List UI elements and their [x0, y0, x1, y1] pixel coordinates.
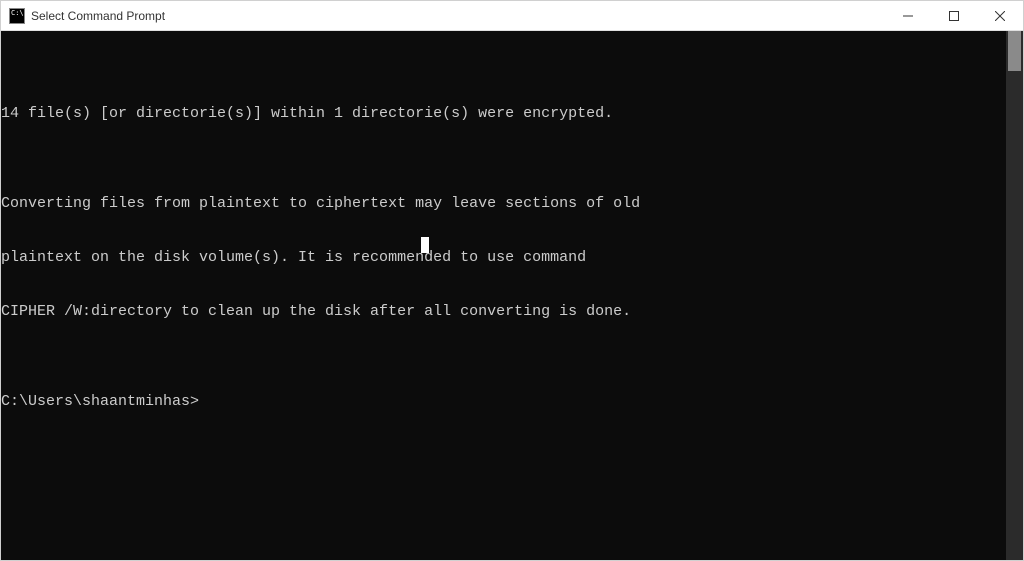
terminal-line: 14 file(s) [or directorie(s)] within 1 d…: [1, 105, 1006, 123]
window-title: Select Command Prompt: [31, 9, 165, 23]
maximize-icon: [949, 11, 959, 21]
minimize-button[interactable]: [885, 1, 931, 30]
close-button[interactable]: [977, 1, 1023, 30]
content-area: 14 file(s) [or directorie(s)] within 1 d…: [1, 31, 1023, 560]
terminal-line: CIPHER /W:directory to clean up the disk…: [1, 303, 1006, 321]
cmd-app-icon-text: C:\: [11, 10, 24, 17]
vertical-scrollbar[interactable]: [1006, 31, 1023, 560]
terminal-output[interactable]: 14 file(s) [or directorie(s)] within 1 d…: [1, 31, 1006, 560]
minimize-icon: [903, 11, 913, 21]
terminal-prompt: C:\Users\shaantminhas>: [1, 393, 1006, 411]
selection-cursor: [421, 237, 429, 253]
cmd-app-icon: C:\: [9, 8, 25, 24]
close-icon: [995, 11, 1005, 21]
titlebar[interactable]: C:\ Select Command Prompt: [1, 1, 1023, 31]
terminal-line: Converting files from plaintext to ciphe…: [1, 195, 1006, 213]
command-prompt-window: C:\ Select Command Prompt 14 file(s) [or…: [0, 0, 1024, 561]
scrollbar-thumb[interactable]: [1008, 31, 1021, 71]
window-controls: [885, 1, 1023, 30]
terminal-line: plaintext on the disk volume(s). It is r…: [1, 249, 1006, 267]
maximize-button[interactable]: [931, 1, 977, 30]
